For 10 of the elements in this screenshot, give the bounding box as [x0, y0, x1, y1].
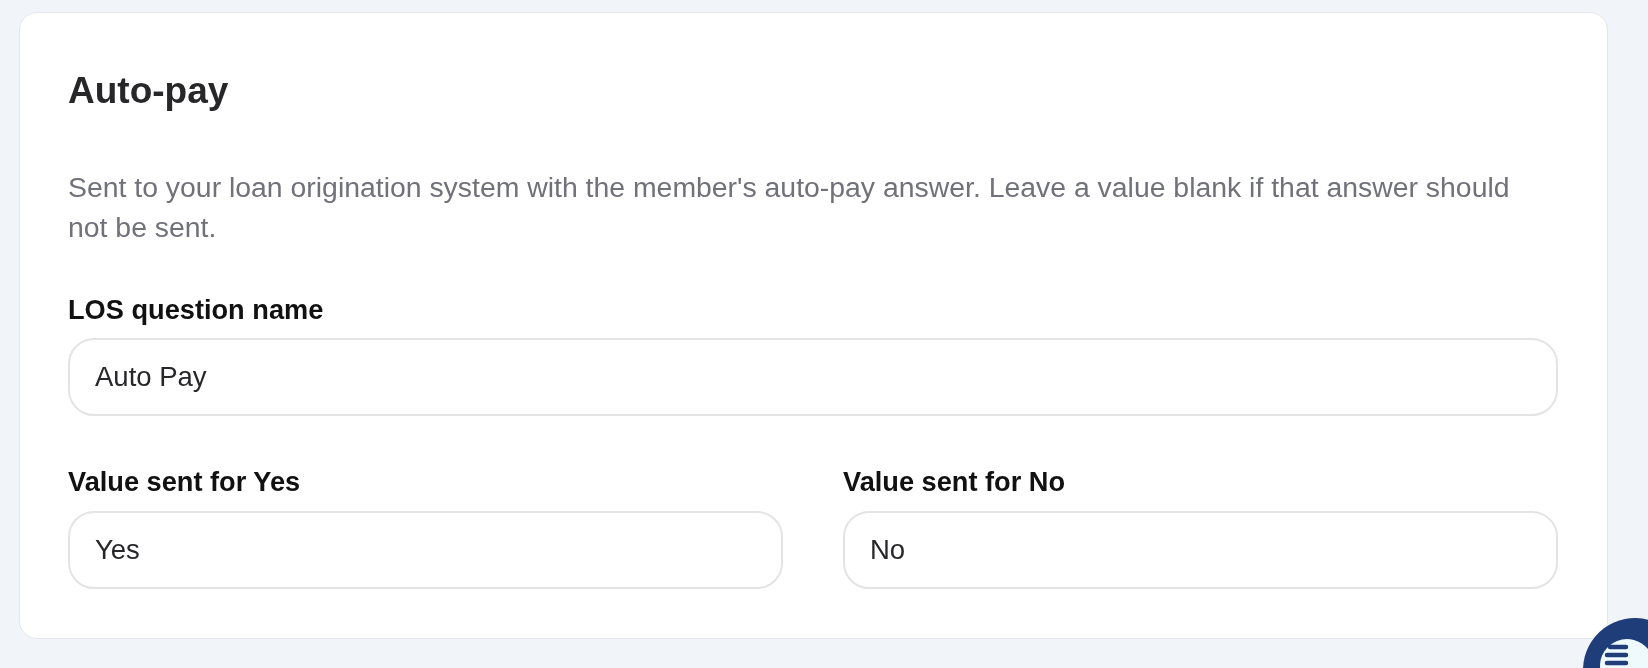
- lines-icon: [1600, 639, 1648, 668]
- input-field[interactable]: Yes: [68, 511, 783, 589]
- input-field[interactable]: Auto Pay: [68, 338, 1558, 416]
- field-label: LOS question name: [68, 294, 324, 326]
- card-description: Sent to your loan origination system with the member's auto-pay answer. Leave a value blank if that answer should not be sent.: [68, 170, 1511, 245]
- input-field[interactable]: No: [843, 511, 1558, 589]
- card-title: Auto-pay: [68, 69, 230, 113]
- field-label: Value sent for No: [843, 466, 1066, 498]
- floating-action-button[interactable]: [1583, 618, 1648, 668]
- field-label: Value sent for Yes: [68, 466, 301, 498]
